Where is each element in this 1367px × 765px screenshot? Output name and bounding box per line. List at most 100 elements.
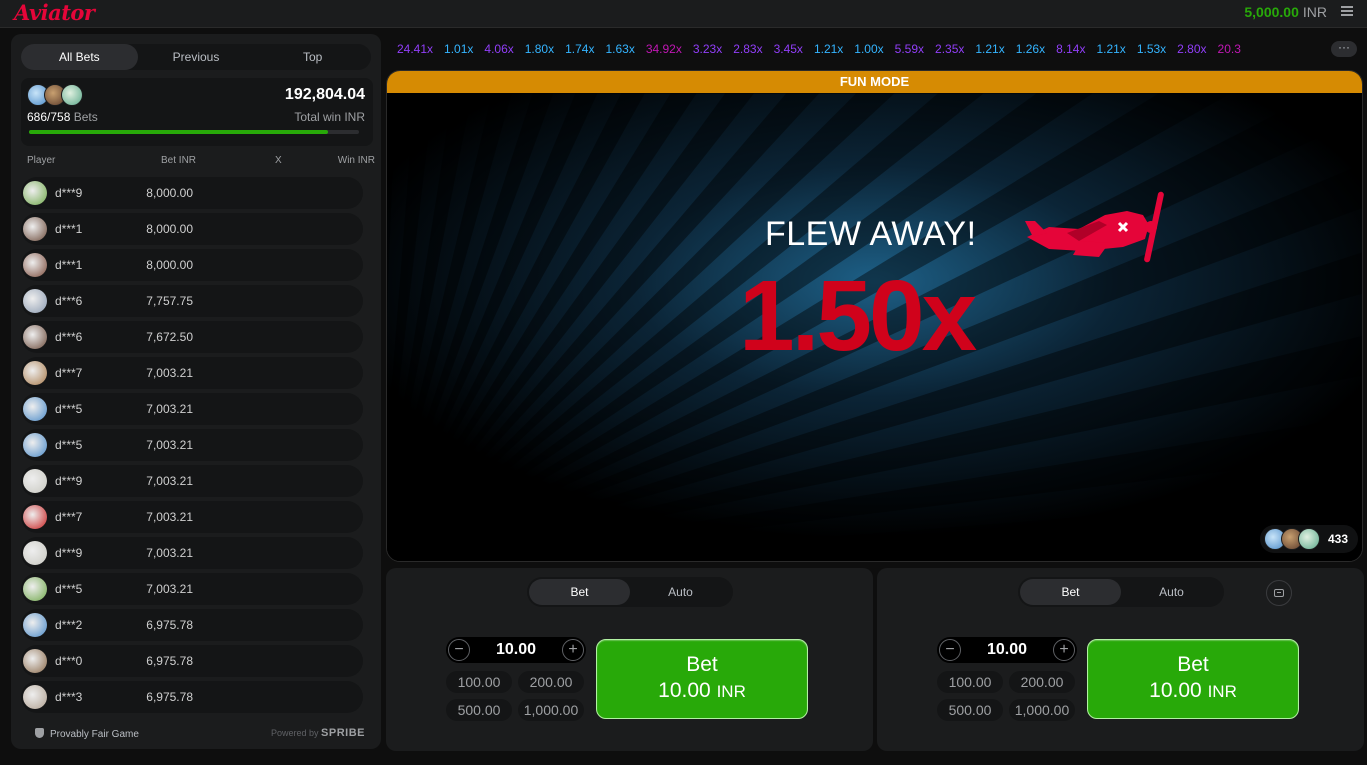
avatar <box>23 649 47 673</box>
provably-fair-link[interactable]: Provably Fair Game <box>35 728 139 740</box>
balance-amount: 5,000.00 <box>1244 4 1299 20</box>
player-name: d***6 <box>55 294 83 308</box>
aviator-logo[interactable]: Aviator <box>14 0 95 25</box>
summary-avatars <box>27 84 83 106</box>
avatar <box>23 181 47 205</box>
quick-amount-200[interactable]: 200.00 <box>1009 671 1075 693</box>
avatar <box>1298 528 1320 550</box>
player-name: d***7 <box>55 510 83 524</box>
avatar <box>23 433 47 457</box>
avatar <box>23 541 47 565</box>
bet-panel-2: Bet Auto − 10.00 + 100.00 200.00 500.00 … <box>877 568 1364 751</box>
bet-row: d***5 7,003.21 <box>21 429 363 461</box>
remove-panel-icon[interactable] <box>1266 580 1292 606</box>
bet-amount-value: 10.00 <box>1149 679 1202 702</box>
history-multiplier[interactable]: 8.14x <box>1056 42 1085 56</box>
history-multiplier[interactable]: 1.26x <box>1016 42 1045 56</box>
bet-row: d***9 7,003.21 <box>21 465 363 497</box>
stake-stepper: − 10.00 + <box>937 637 1077 663</box>
history-multiplier[interactable]: 2.35x <box>935 42 964 56</box>
quick-amount-100[interactable]: 100.00 <box>446 671 512 693</box>
bet-row: d***3 6,975.78 <box>21 681 363 713</box>
tab-all-bets[interactable]: All Bets <box>21 44 138 70</box>
provably-fair-label: Provably Fair Game <box>50 729 139 740</box>
player-name: d***5 <box>55 438 83 452</box>
history-multiplier[interactable]: 1.63x <box>605 42 634 56</box>
tab-previous[interactable]: Previous <box>138 44 255 70</box>
bet-panel-1-tabs: Bet Auto <box>527 577 733 607</box>
bet-amount: 6,975.78 <box>146 654 193 668</box>
bet-amount: 7,003.21 <box>146 510 193 524</box>
player-name: d***1 <box>55 222 83 236</box>
bet-row: d***6 7,672.50 <box>21 321 363 353</box>
flew-away-text: FLEW AWAY! <box>765 215 977 253</box>
history-multiplier[interactable]: 5.59x <box>895 42 924 56</box>
quick-amount-100[interactable]: 100.00 <box>937 671 1003 693</box>
quick-amount-200[interactable]: 200.00 <box>518 671 584 693</box>
plus-icon[interactable]: + <box>1053 639 1075 661</box>
bet-amount: 7,003.21 <box>146 366 193 380</box>
bet-amount: 6,975.78 <box>146 618 193 632</box>
bets-column-headers: Player Bet INR X Win INR <box>21 155 375 169</box>
bet-row: d***7 7,003.21 <box>21 501 363 533</box>
history-multiplier[interactable]: 24.41x <box>397 42 433 56</box>
player-name: d***6 <box>55 330 83 344</box>
avatar <box>23 325 47 349</box>
history-multiplier[interactable]: 1.21x <box>814 42 843 56</box>
history-multiplier[interactable]: 4.06x <box>484 42 513 56</box>
hamburger-menu-icon[interactable] <box>1341 6 1353 16</box>
multiplier-history: 24.41x 1.01x 4.06x 1.80x 1.74x 1.63x 34.92x 3.2… <box>397 42 1321 58</box>
history-multiplier[interactable]: 1.21x <box>1096 42 1125 56</box>
bet-row: d***1 8,000.00 <box>21 249 363 281</box>
plus-icon[interactable]: + <box>562 639 584 661</box>
avatar <box>23 577 47 601</box>
history-multiplier[interactable]: 1.00x <box>854 42 883 56</box>
bet-row: d***5 7,003.21 <box>21 573 363 605</box>
avatar <box>23 289 47 313</box>
quick-amount-500[interactable]: 500.00 <box>937 699 1003 721</box>
history-multiplier[interactable]: 20.3 <box>1218 42 1241 56</box>
history-multiplier[interactable]: 1.21x <box>975 42 1004 56</box>
player-name: d***9 <box>55 474 83 488</box>
bet-button[interactable]: Bet 10.00 INR <box>1087 639 1299 719</box>
history-multiplier[interactable]: 1.53x <box>1137 42 1166 56</box>
quick-amount-500[interactable]: 500.00 <box>446 699 512 721</box>
history-multiplier[interactable]: 1.01x <box>444 42 473 56</box>
history-multiplier[interactable]: 34.92x <box>646 42 682 56</box>
history-more-button[interactable]: ··· <box>1331 41 1357 57</box>
history-multiplier[interactable]: 3.45x <box>774 42 803 56</box>
history-multiplier[interactable]: 1.80x <box>525 42 554 56</box>
bet-row: d***7 7,003.21 <box>21 357 363 389</box>
bet-panel-2-tabs: Bet Auto <box>1018 577 1224 607</box>
history-multiplier[interactable]: 3.23x <box>693 42 722 56</box>
tab-top[interactable]: Top <box>254 44 371 70</box>
game-canvas: FUN MODE FLEW AWAY! 1.50x 433 <box>386 70 1363 562</box>
bet-amount: 7,003.21 <box>146 402 193 416</box>
history-multiplier[interactable]: 1.74x <box>565 42 594 56</box>
bet-panel-1: Bet Auto − 10.00 + 100.00 200.00 500.00 … <box>386 568 873 751</box>
tab-auto[interactable]: Auto <box>1121 579 1222 605</box>
bet-row: d***9 8,000.00 <box>21 177 363 209</box>
tab-bet[interactable]: Bet <box>529 579 630 605</box>
col-win: Win INR <box>337 155 375 166</box>
quick-amount-1000[interactable]: 1,000.00 <box>1009 699 1075 721</box>
bets-list: d***9 8,000.00 d***1 8,000.00 d***1 8,000.00 d… <box>21 177 363 717</box>
player-name: d***5 <box>55 402 83 416</box>
avatar <box>23 613 47 637</box>
tab-auto[interactable]: Auto <box>630 579 731 605</box>
bets-count-label: Bets <box>73 110 98 124</box>
col-x: X <box>275 155 282 166</box>
top-bar: Aviator 5,000.00 INR <box>0 0 1367 28</box>
bet-button-amount: 10.00 INR <box>1088 679 1298 703</box>
avatar <box>23 397 47 421</box>
tab-bet[interactable]: Bet <box>1020 579 1121 605</box>
history-multiplier[interactable]: 2.80x <box>1177 42 1206 56</box>
bets-summary: 686/758 Bets 192,804.04 Total win INR <box>21 78 373 146</box>
history-multiplier[interactable]: 2.83x <box>733 42 762 56</box>
bet-button[interactable]: Bet 10.00 INR <box>596 639 808 719</box>
avatar <box>61 84 83 106</box>
quick-amount-1000[interactable]: 1,000.00 <box>518 699 584 721</box>
bets-progress-fill <box>29 130 328 134</box>
bet-amount: 8,000.00 <box>146 186 193 200</box>
player-name: d***7 <box>55 366 83 380</box>
